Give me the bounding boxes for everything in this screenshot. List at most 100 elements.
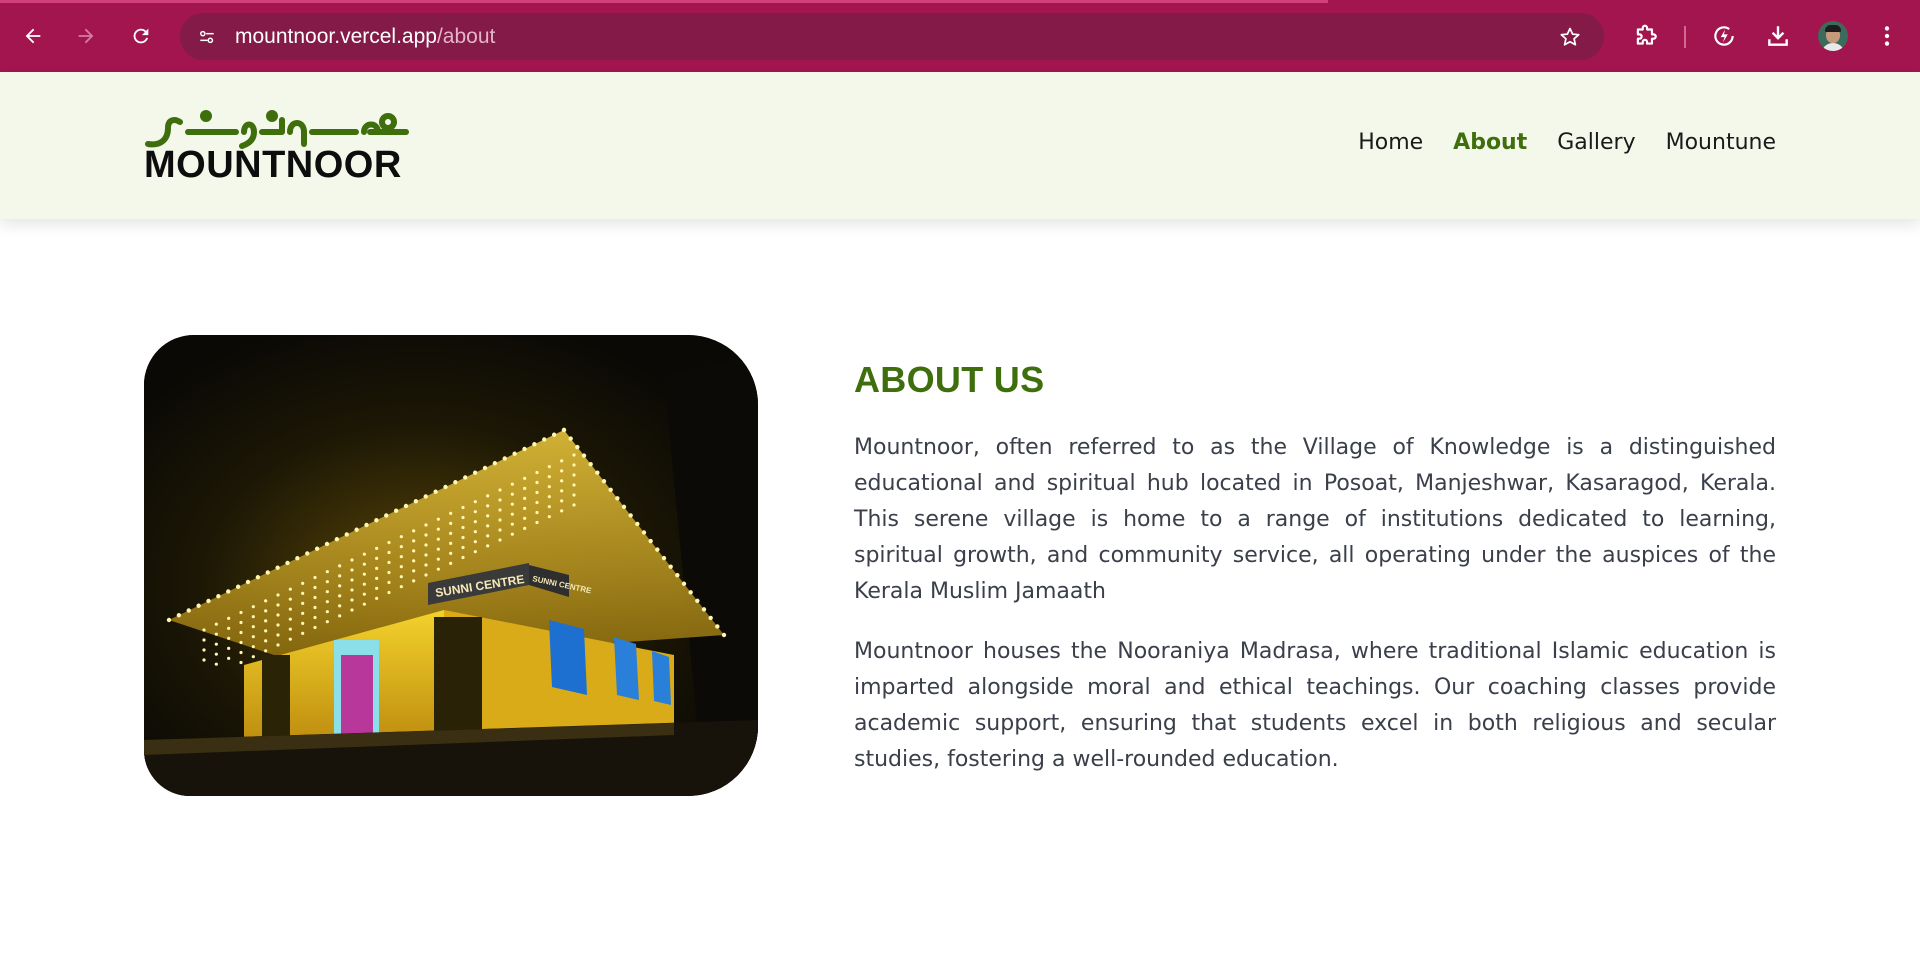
light-dot <box>239 610 243 615</box>
back-button[interactable] <box>18 18 48 54</box>
forward-button[interactable] <box>71 18 101 54</box>
light-dot <box>338 604 342 608</box>
light-dot <box>561 427 567 433</box>
light-dot <box>387 590 391 595</box>
extensions-button[interactable] <box>1630 20 1662 52</box>
light-dot <box>510 532 514 536</box>
light-dot <box>560 469 564 473</box>
light-dot <box>498 508 502 512</box>
url-text[interactable]: mountnoor.vercel.app/about <box>235 25 495 49</box>
logo-arabic-wordmark <box>145 110 409 149</box>
light-dot <box>362 562 366 566</box>
light-dot <box>715 624 720 629</box>
light-dot <box>350 608 354 612</box>
light-dot <box>463 475 468 480</box>
light-dot <box>251 625 255 629</box>
light-dot <box>510 512 514 516</box>
light-dot <box>424 523 428 527</box>
light-dot <box>350 578 354 582</box>
light-dot <box>314 546 320 551</box>
download-icon <box>1768 26 1788 46</box>
light-dot <box>510 502 514 506</box>
light-dot <box>412 569 416 573</box>
light-dot <box>523 496 527 500</box>
light-dot <box>413 499 419 504</box>
light-dot <box>535 520 539 525</box>
nav-gallery[interactable]: Gallery <box>1557 130 1635 155</box>
light-dot <box>350 558 354 562</box>
browser-menu-button[interactable] <box>1871 20 1903 52</box>
light-dot <box>621 504 627 510</box>
browser-toolbar: mountnoor.vercel.app/about <box>0 0 1920 72</box>
light-dot <box>202 648 206 652</box>
site-info-button[interactable] <box>194 24 220 50</box>
light-dot <box>588 461 593 467</box>
light-dot <box>595 470 600 475</box>
light-dot <box>572 473 576 477</box>
light-dot <box>449 521 453 525</box>
light-dot <box>436 557 440 561</box>
light-dot <box>473 540 477 544</box>
light-dot <box>186 608 191 613</box>
light-dot <box>216 594 221 599</box>
light-dot <box>384 513 389 518</box>
light-dot <box>628 513 633 518</box>
light-dot <box>523 516 527 520</box>
light-dot <box>535 510 539 515</box>
light-dot <box>424 533 428 537</box>
kebab-menu-icon <box>1884 26 1890 46</box>
light-dot <box>648 538 653 544</box>
light-dot <box>239 660 243 665</box>
light-dot <box>424 563 428 567</box>
light-dot <box>560 489 564 493</box>
star-icon[interactable] <box>1558 25 1582 49</box>
back-arrow-icon <box>25 28 41 44</box>
light-dot <box>473 510 477 514</box>
light-dot <box>399 565 403 569</box>
light-dot <box>227 616 231 620</box>
light-dot <box>423 494 428 499</box>
light-dot <box>325 620 329 624</box>
light-dot <box>338 594 342 598</box>
light-dot <box>264 609 268 613</box>
nav-home[interactable]: Home <box>1358 130 1423 155</box>
light-dot <box>214 652 218 656</box>
light-dot <box>542 437 547 442</box>
light-dot <box>424 543 428 547</box>
light-dot <box>313 615 317 620</box>
address-bar[interactable]: mountnoor.vercel.app/about <box>180 13 1604 60</box>
light-dot <box>436 517 440 521</box>
light-dot <box>251 605 255 609</box>
light-dot <box>227 646 231 650</box>
light-dot <box>166 617 172 623</box>
about-image: SUNNI CENTRE SUNNI CENTRE <box>144 335 758 796</box>
light-dot <box>325 610 329 614</box>
downloads-button[interactable] <box>1762 20 1794 52</box>
url-path: /about <box>436 25 496 48</box>
light-dot <box>433 489 438 494</box>
performance-button[interactable] <box>1708 20 1740 52</box>
nav-mountune[interactable]: Mountune <box>1666 130 1776 155</box>
light-dot <box>264 599 268 603</box>
light-dot <box>547 495 551 499</box>
reload-button[interactable] <box>126 18 156 54</box>
light-dot <box>688 590 693 595</box>
site-logo[interactable]: MOUNTNOOR <box>144 102 414 192</box>
logo-text: MOUNTNOOR <box>144 144 402 186</box>
light-dot <box>461 515 465 520</box>
light-dot <box>412 559 416 563</box>
avatar[interactable] <box>1818 21 1848 51</box>
performance-icon <box>1714 26 1734 46</box>
light-dot <box>239 640 243 645</box>
light-dot <box>245 579 251 585</box>
light-dot <box>226 589 231 594</box>
light-dot <box>251 615 255 619</box>
light-dot <box>560 479 564 483</box>
light-dot <box>412 529 416 533</box>
nav-about[interactable]: About <box>1453 130 1527 155</box>
light-dot <box>202 638 206 642</box>
light-dot <box>560 459 564 463</box>
light-dot <box>350 588 354 592</box>
light-dot <box>461 535 465 540</box>
light-dot <box>338 564 342 568</box>
